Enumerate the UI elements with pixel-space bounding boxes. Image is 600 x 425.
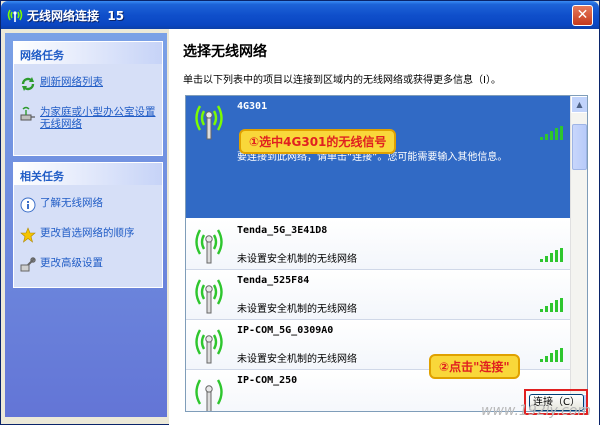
task-learn-label: 了解无线网络 (40, 197, 103, 209)
network-security-status: 未设置安全机制的无线网络 (237, 304, 357, 315)
task-change-order-label: 更改首选网络的顺序 (40, 227, 135, 239)
task-advanced-settings[interactable]: 更改高级设置 (14, 257, 162, 272)
wireless-antenna-icon (195, 329, 223, 364)
wireless-antenna-icon (195, 105, 223, 140)
task-learn-wireless[interactable]: 了解无线网络 (14, 197, 162, 213)
window-title: 无线网络连接 15 (27, 9, 125, 23)
main-panel: 选择无线网络 单击以下列表中的项目以连接到区域内的无线网络或获得更多信息（I）。… (169, 29, 599, 425)
network-ssid: Tenda_5G_3E41D8 (237, 225, 328, 236)
wireless-network-window: 无线网络连接 15 ✕ 网络任务 刷新网络列表 为家庭或小型办公室设置无线网络 … (0, 0, 600, 425)
close-button[interactable]: ✕ (572, 5, 593, 26)
network-list-scrollbar[interactable]: ▲ ▼ (570, 96, 587, 411)
refresh-icon (21, 77, 35, 91)
related-tasks-box: 相关任务 了解无线网络 更改首选网络的顺序 更改高级设置 (13, 162, 163, 288)
page-title: 选择无线网络 (183, 44, 267, 60)
network-ssid: 4G301 (237, 101, 268, 112)
task-setup-home-network[interactable]: 为家庭或小型办公室设置无线网络 (14, 106, 162, 130)
signal-strength-icon (540, 298, 563, 312)
network-tasks-header: 网络任务 (14, 42, 162, 64)
network-setup-icon (20, 106, 35, 121)
network-ssid: IP-COM_5G_0309A0 (237, 325, 334, 336)
wireless-antenna-icon (195, 379, 223, 411)
scroll-thumb[interactable] (572, 124, 587, 170)
task-change-order[interactable]: 更改首选网络的顺序 (14, 227, 162, 243)
network-item-tenda-525f84[interactable]: Tenda_525F84 未设置安全机制的无线网络 (186, 270, 572, 320)
network-item-4g301[interactable]: 4G301 要连接到此网络，请单击“连接”。您可能需要输入其他信息。 (186, 96, 572, 218)
task-pane: 网络任务 刷新网络列表 为家庭或小型办公室设置无线网络 相关任务 了解无线网络 … (5, 33, 167, 417)
wireless-antenna-icon (195, 229, 223, 264)
star-icon (20, 227, 36, 243)
network-ssid: Tenda_525F84 (237, 275, 310, 286)
related-tasks-header: 相关任务 (14, 163, 162, 185)
network-item-tenda-5g[interactable]: Tenda_5G_3E41D8 未设置安全机制的无线网络 (186, 220, 572, 270)
task-refresh-label: 刷新网络列表 (40, 76, 103, 88)
task-refresh-list[interactable]: 刷新网络列表 (14, 76, 162, 91)
network-tasks-box: 网络任务 刷新网络列表 为家庭或小型办公室设置无线网络 (13, 41, 163, 156)
signal-strength-icon (540, 248, 563, 262)
task-setup-label: 为家庭或小型办公室设置无线网络 (40, 106, 156, 130)
network-security-status: 未设置安全机制的无线网络 (237, 254, 357, 265)
info-icon (20, 197, 36, 213)
signal-strength-icon (540, 348, 563, 362)
title-bar[interactable]: 无线网络连接 15 ✕ (1, 1, 599, 29)
signal-strength-icon (540, 126, 563, 140)
network-security-status: 未设置安全机制的无线网络 (237, 354, 357, 365)
wireless-icon (7, 9, 23, 22)
settings-wrench-icon (20, 257, 36, 272)
page-description: 单击以下列表中的项目以连接到区域内的无线网络或获得更多信息（I）。 (183, 75, 501, 86)
annotation-step2: ②点击"连接" (429, 354, 520, 379)
task-advanced-label: 更改高级设置 (40, 257, 103, 269)
annotation-step1: ①选中4G301的无线信号 (239, 129, 397, 154)
watermark: www.192ly.com (481, 403, 592, 419)
wireless-antenna-icon (195, 279, 223, 314)
scroll-up-button[interactable]: ▲ (571, 96, 587, 113)
network-ssid: IP-COM_250 (237, 375, 298, 386)
